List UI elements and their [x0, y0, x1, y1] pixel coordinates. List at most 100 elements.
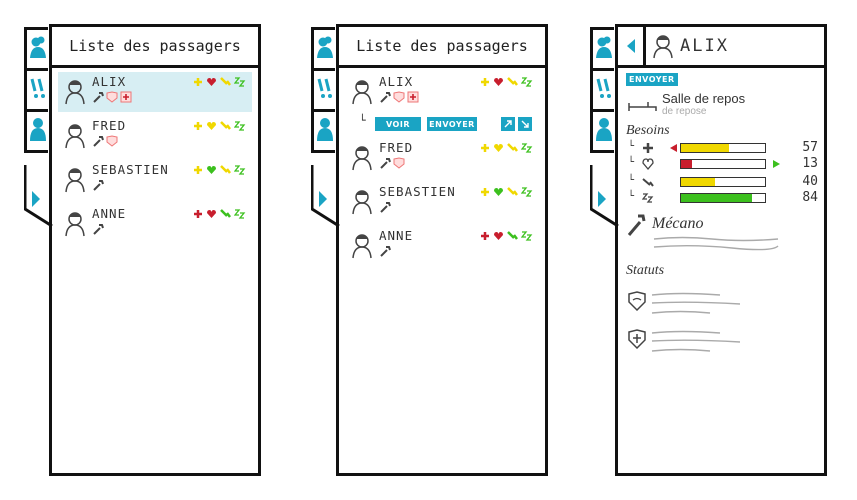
location-sub: de repose	[662, 106, 707, 117]
energy-icon	[220, 209, 231, 218]
side-tabs	[589, 27, 619, 228]
sleep-icon	[521, 143, 533, 153]
shield-cross-icon	[120, 91, 132, 103]
sleep-icon	[234, 121, 246, 131]
passengers-icon	[595, 36, 612, 58]
need-bar-fill	[681, 144, 729, 152]
passengers-icon	[316, 36, 333, 58]
envoyer-badge[interactable]: ENVOYER	[626, 73, 678, 86]
shield-icon	[106, 135, 118, 147]
expand-tab[interactable]	[589, 165, 619, 228]
list-title: Liste des passagers	[52, 27, 258, 68]
passengers-icon	[29, 36, 46, 58]
passenger-row-alix[interactable]: ALIX	[345, 72, 539, 112]
health-icon	[194, 77, 202, 86]
passenger-name: ALIX	[92, 74, 127, 89]
crew-icon	[29, 118, 46, 141]
passenger-row-anne[interactable]: ANNE	[345, 226, 539, 266]
wrench-icon	[380, 202, 391, 213]
passenger-name-title: ALIX	[680, 36, 729, 56]
tab-crew[interactable]	[311, 109, 335, 153]
expand-tab[interactable]	[23, 165, 53, 228]
need-bar-heart	[680, 159, 766, 169]
health-icon	[481, 143, 489, 152]
passenger-name: FRED	[92, 118, 127, 133]
tab-passengers[interactable]	[590, 27, 614, 71]
tab-crew[interactable]	[24, 109, 48, 153]
need-tree-corner: └	[628, 141, 635, 152]
heart-icon	[207, 165, 216, 174]
side-tabs	[310, 27, 340, 228]
passenger-detail-panel: ALIX ENVOYER Salle de repos de repose Be…	[589, 24, 827, 476]
list-title: Liste des passagers	[339, 27, 545, 68]
passenger-row-alix[interactable]: ALIX	[58, 72, 252, 112]
need-bar-fill	[681, 194, 752, 202]
need-tree-corner: └	[628, 175, 635, 186]
tab-passengers[interactable]	[311, 27, 335, 71]
needs-indicators	[193, 76, 246, 87]
needs-title: Besoins	[626, 123, 670, 138]
crew-icon	[316, 118, 333, 141]
tab-alerts[interactable]	[24, 68, 48, 112]
sleep-icon	[234, 77, 246, 87]
crew-icon	[595, 118, 612, 141]
wrench-icon	[380, 246, 391, 257]
need-bar-energy	[680, 177, 766, 187]
passenger-row-sebastien[interactable]: SEBASTIEN	[345, 182, 539, 222]
tab-alerts[interactable]	[590, 68, 614, 112]
job-label: Mécano	[652, 215, 704, 232]
move-right-button[interactable]	[518, 117, 532, 131]
passenger-name: SEBASTIEN	[92, 162, 169, 177]
heart-icon	[494, 187, 503, 196]
envoyer-button[interactable]: ENVOYER	[427, 117, 477, 131]
energy-icon	[220, 77, 231, 86]
shield-cross-icon	[628, 329, 646, 349]
job-description-scribble	[653, 236, 779, 251]
move-left-button[interactable]	[501, 117, 515, 131]
expand-tab[interactable]	[310, 165, 340, 228]
heart-icon	[494, 143, 503, 152]
alert-arrow-right-icon	[773, 160, 780, 168]
alerts-icon	[317, 78, 332, 98]
arrows-icon	[504, 120, 512, 128]
needs-indicators	[480, 76, 533, 87]
passenger-list-panel-1: Liste des passagers ALIX FRED SEBASTIEN …	[23, 24, 261, 476]
passenger-row-fred[interactable]: FRED	[345, 138, 539, 178]
energy-icon	[507, 187, 518, 196]
health-icon	[643, 143, 653, 153]
passenger-avatar	[352, 146, 372, 171]
status-description-scribble	[651, 330, 741, 352]
passenger-row-anne[interactable]: ANNE	[58, 204, 252, 244]
shield-cross-icon	[407, 91, 419, 103]
passenger-avatar	[65, 168, 85, 193]
heart-icon	[642, 158, 654, 170]
passenger-row-sebastien[interactable]: SEBASTIEN	[58, 160, 252, 200]
heart-icon	[207, 77, 216, 86]
wrench-icon	[93, 180, 104, 191]
passenger-name: ANNE	[92, 206, 127, 221]
need-bar-health	[680, 143, 766, 153]
shield-icon	[393, 91, 405, 103]
bed-icon	[628, 102, 657, 111]
shield-icon	[628, 291, 646, 311]
tab-passengers[interactable]	[24, 27, 48, 71]
energy-icon	[220, 121, 231, 130]
passenger-avatar	[65, 124, 85, 149]
chevron-right-icon	[310, 165, 340, 228]
wrench-icon	[380, 92, 391, 103]
back-button[interactable]	[618, 27, 646, 65]
energy-icon	[507, 231, 518, 240]
tab-alerts[interactable]	[311, 68, 335, 112]
passenger-row-fred[interactable]: FRED	[58, 116, 252, 156]
need-bar-fill	[681, 160, 692, 168]
chevron-right-icon	[589, 165, 619, 228]
voir-button[interactable]: VOIR	[375, 117, 421, 131]
needs-indicators	[193, 120, 246, 131]
passenger-list-panel-2: Liste des passagers ALIX └ VOIR ENVOYER …	[310, 24, 548, 476]
tab-crew[interactable]	[590, 109, 614, 153]
need-value-energy: 40	[802, 174, 818, 189]
needs-indicators	[480, 186, 533, 197]
heart-icon	[207, 121, 216, 130]
energy-icon	[507, 77, 518, 86]
sleep-icon	[521, 231, 533, 241]
